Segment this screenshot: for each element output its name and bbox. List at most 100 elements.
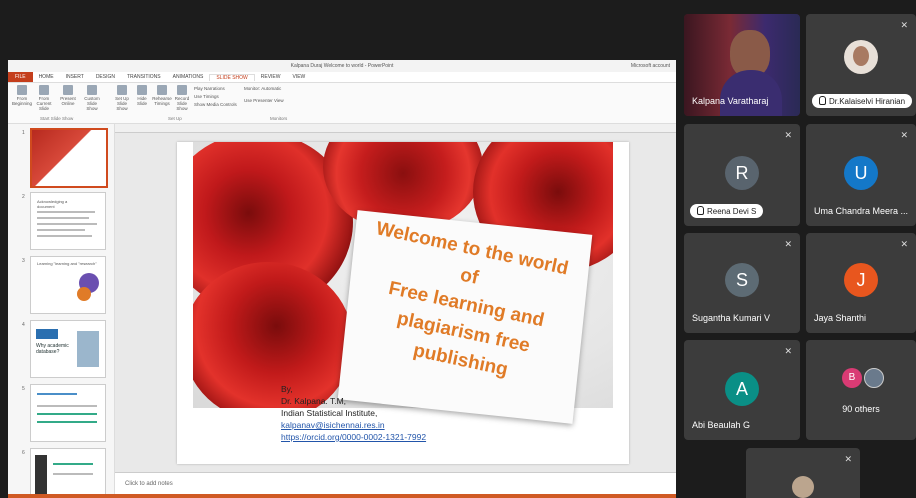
credit-author: Dr. Kalpana. T.M, (281, 396, 347, 406)
avatar-initial: B (848, 372, 856, 383)
slide-thumbnail-5[interactable] (30, 384, 106, 442)
participant-tile-kalaiselvi[interactable]: ✕ Dr.Kalaiselvi Hiranian (806, 14, 916, 116)
participant-tile-reena[interactable]: ✕ R Reena Devi S (684, 124, 800, 226)
thumb-number: 5 (22, 386, 25, 392)
avatar-photo (792, 476, 814, 498)
tab-home[interactable]: HOME (33, 74, 60, 80)
others-count: 90 others (842, 404, 880, 414)
use-timings-check[interactable]: Use Timings (194, 94, 219, 99)
present-online-button[interactable]: Present Online (58, 83, 78, 106)
from-current-button[interactable]: From Current Slide (34, 83, 54, 111)
slide-thumbnail-3[interactable]: Learning "learning and "research" (30, 256, 106, 314)
ribbon: From Beginning From Current Slide Presen… (8, 83, 676, 124)
avatar: B (842, 368, 862, 388)
slideshow-icon (17, 85, 27, 95)
record-label: Record Slide Show (174, 96, 190, 111)
slide-thumbnails-pane: 1 2 Acknowledging a document 3 Learning … (8, 124, 115, 498)
avatar-initial: R (735, 163, 749, 183)
participant-name: Kalpana Varatharaj (692, 96, 769, 106)
participant-tile-abi[interactable]: ✕ A Abi Beaulah G (684, 340, 800, 440)
participant-name: Abi Beaulah G (692, 420, 751, 430)
slide-thumbnail-6[interactable] (30, 448, 106, 498)
tab-file[interactable]: FILE (8, 72, 33, 82)
thumb-title: Acknowledging a document (37, 199, 68, 209)
from-beginning-label: From Beginning (12, 96, 33, 106)
play-narrations-check[interactable]: Play Narrations (194, 86, 225, 91)
hide-slide-label: Hide Slide (136, 96, 147, 106)
thumb-number: 2 (22, 194, 25, 200)
thumb-number: 1 (22, 130, 25, 136)
powerpoint-titlebar: Kalpana Duraj Welcome to world - PowerPo… (8, 60, 676, 72)
raised-hand-pill: Dr.Kalaiselvi Hiranian (812, 94, 913, 108)
participant-tile-partial[interactable]: ✕ (746, 448, 860, 498)
avatar-initial: S (735, 270, 748, 290)
participant-tile-uma[interactable]: ✕ U Uma Chandra Meera ... (806, 124, 916, 226)
avatar: S (725, 263, 759, 297)
current-slide[interactable]: Welcome to the world of Free learning an… (177, 142, 629, 464)
mic-muted-icon: ✕ (784, 346, 792, 356)
tab-insert[interactable]: INSERT (60, 74, 90, 80)
participant-tile-jaya[interactable]: ✕ J Jaya Shanthi (806, 233, 916, 333)
others-tile[interactable]: B 90 others (806, 340, 916, 440)
rehearse-icon (157, 85, 167, 95)
record-button[interactable]: Record Slide Show (172, 83, 192, 111)
avatar (844, 40, 878, 74)
avatar: U (844, 156, 878, 190)
thumb-number: 6 (22, 450, 25, 456)
orcid-link[interactable]: https://orcid.org/0000-0002-1321-7992 (281, 432, 426, 442)
tab-design[interactable]: DESIGN (90, 74, 121, 80)
tab-transitions[interactable]: TRANSITIONS (121, 74, 167, 80)
custom-show-icon (87, 85, 97, 95)
presenter-view-check[interactable]: Use Presenter View (244, 98, 284, 103)
setup-icon (117, 85, 127, 95)
avatar-photo (864, 368, 884, 388)
avatar-initial: U (854, 163, 868, 183)
group-setup-label: Set Up (168, 116, 182, 121)
account-label[interactable]: Microsoft account (631, 63, 670, 69)
mic-muted-icon: ✕ (784, 239, 792, 249)
participant-tile-kalpana[interactable]: Kalpana Varatharaj (684, 14, 800, 116)
ruler (115, 124, 676, 133)
hide-slide-button[interactable]: Hide Slide (132, 83, 152, 106)
avatar-initial: A (735, 379, 748, 399)
tab-slide-show[interactable]: SLIDE SHOW (209, 73, 255, 81)
monitor-select[interactable]: Monitor: Automatic (244, 86, 281, 91)
raised-hand-icon (819, 96, 826, 105)
slideshow-icon (39, 85, 49, 95)
setup-show-button[interactable]: Set Up Slide Show (112, 83, 132, 111)
tab-animations[interactable]: ANIMATIONS (167, 74, 210, 80)
slide-thumbnail-2[interactable]: Acknowledging a document (30, 192, 106, 250)
slide-thumbnail-4[interactable]: Why academic database? (30, 320, 106, 378)
present-online-icon (63, 85, 73, 95)
show-media-check[interactable]: Show Media Controls (194, 102, 237, 107)
mic-muted-icon: ✕ (844, 454, 852, 464)
credit-by: By, (281, 384, 293, 394)
participant-name: Sugantha Kumari V (692, 313, 771, 323)
custom-show-label: Custom Slide Show (84, 96, 100, 111)
shared-screen: Kalpana Duraj Welcome to world - PowerPo… (8, 60, 676, 498)
present-online-label: Present Online (60, 96, 76, 106)
email-link[interactable]: kalpanav@isichennai.res.in (281, 420, 385, 430)
group-monitors-label: Monitors (270, 116, 288, 121)
notes-placeholder: Click to add notes (125, 481, 173, 487)
taskbar-strip (8, 494, 676, 498)
from-beginning-button[interactable]: From Beginning (12, 83, 32, 106)
mic-muted-icon: ✕ (900, 239, 908, 249)
ribbon-tabs: FILE HOME INSERT DESIGN TRANSITIONS ANIM… (8, 72, 676, 83)
welcome-card: Welcome to the world of Free learning an… (337, 210, 593, 424)
avatar: R (725, 156, 759, 190)
thumb-number: 4 (22, 322, 25, 328)
slide-thumbnail-1[interactable] (30, 128, 108, 188)
tab-view[interactable]: VIEW (287, 74, 312, 80)
hide-slide-icon (137, 85, 147, 95)
avatar: J (844, 263, 878, 297)
mic-muted-icon: ✕ (900, 20, 908, 30)
participant-tile-sugantha[interactable]: ✕ S Sugantha Kumari V (684, 233, 800, 333)
participant-name: Dr.Kalaiselvi Hiranian (829, 97, 906, 106)
from-current-label: From Current Slide (36, 96, 52, 111)
tab-review[interactable]: REVIEW (255, 74, 287, 80)
credit-institute: Indian Statistical Institute, (281, 408, 378, 418)
thumb-title: Learning "learning and "research" (37, 261, 97, 266)
rehearse-button[interactable]: Rehearse Timings (152, 83, 172, 106)
custom-show-button[interactable]: Custom Slide Show (82, 83, 102, 111)
